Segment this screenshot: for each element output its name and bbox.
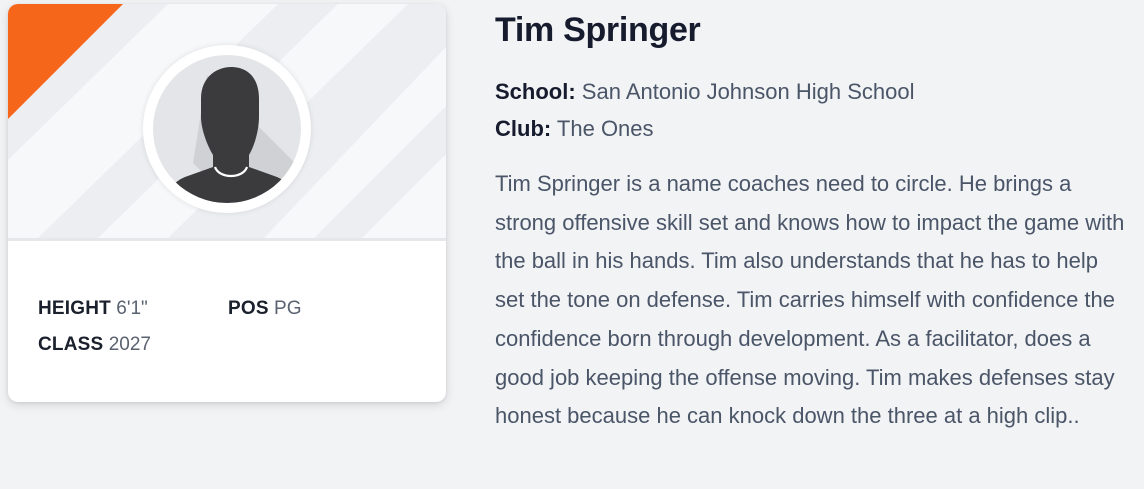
stat-class: CLASS 2027 bbox=[38, 326, 151, 363]
school-value: San Antonio Johnson High School bbox=[581, 79, 915, 104]
stat-position-label: POS bbox=[228, 298, 269, 319]
avatar-frame bbox=[143, 45, 311, 213]
card-divider bbox=[8, 238, 446, 241]
school-label: School: bbox=[495, 79, 576, 104]
stat-height: HEIGHT 6'1" bbox=[38, 290, 148, 327]
school-row: School: San Antonio Johnson High School bbox=[495, 73, 1135, 110]
player-bio: Tim Springer is a name coaches need to c… bbox=[495, 171, 1125, 429]
stat-position-value: PG bbox=[274, 298, 302, 319]
stat-position: POS PG bbox=[228, 290, 301, 327]
player-details: Tim Springer School: San Antonio Johnson… bbox=[495, 8, 1135, 436]
person-silhouette-icon bbox=[153, 55, 301, 203]
player-card: HEIGHT 6'1" POS PG CLASS 2027 bbox=[8, 4, 446, 402]
club-row: Club: The Ones bbox=[495, 110, 1135, 147]
player-meta: School: San Antonio Johnson High School … bbox=[495, 73, 1135, 147]
player-profile: HEIGHT 6'1" POS PG CLASS 2027 Tim Spring… bbox=[0, 0, 1144, 489]
stat-height-value: 6'1" bbox=[116, 298, 148, 319]
stat-class-value: 2027 bbox=[108, 334, 151, 355]
stat-class-label: CLASS bbox=[38, 334, 104, 355]
player-name: Tim Springer bbox=[495, 11, 701, 49]
club-value: The Ones bbox=[556, 116, 654, 141]
stat-height-label: HEIGHT bbox=[38, 298, 111, 319]
club-label: Club: bbox=[495, 116, 552, 141]
